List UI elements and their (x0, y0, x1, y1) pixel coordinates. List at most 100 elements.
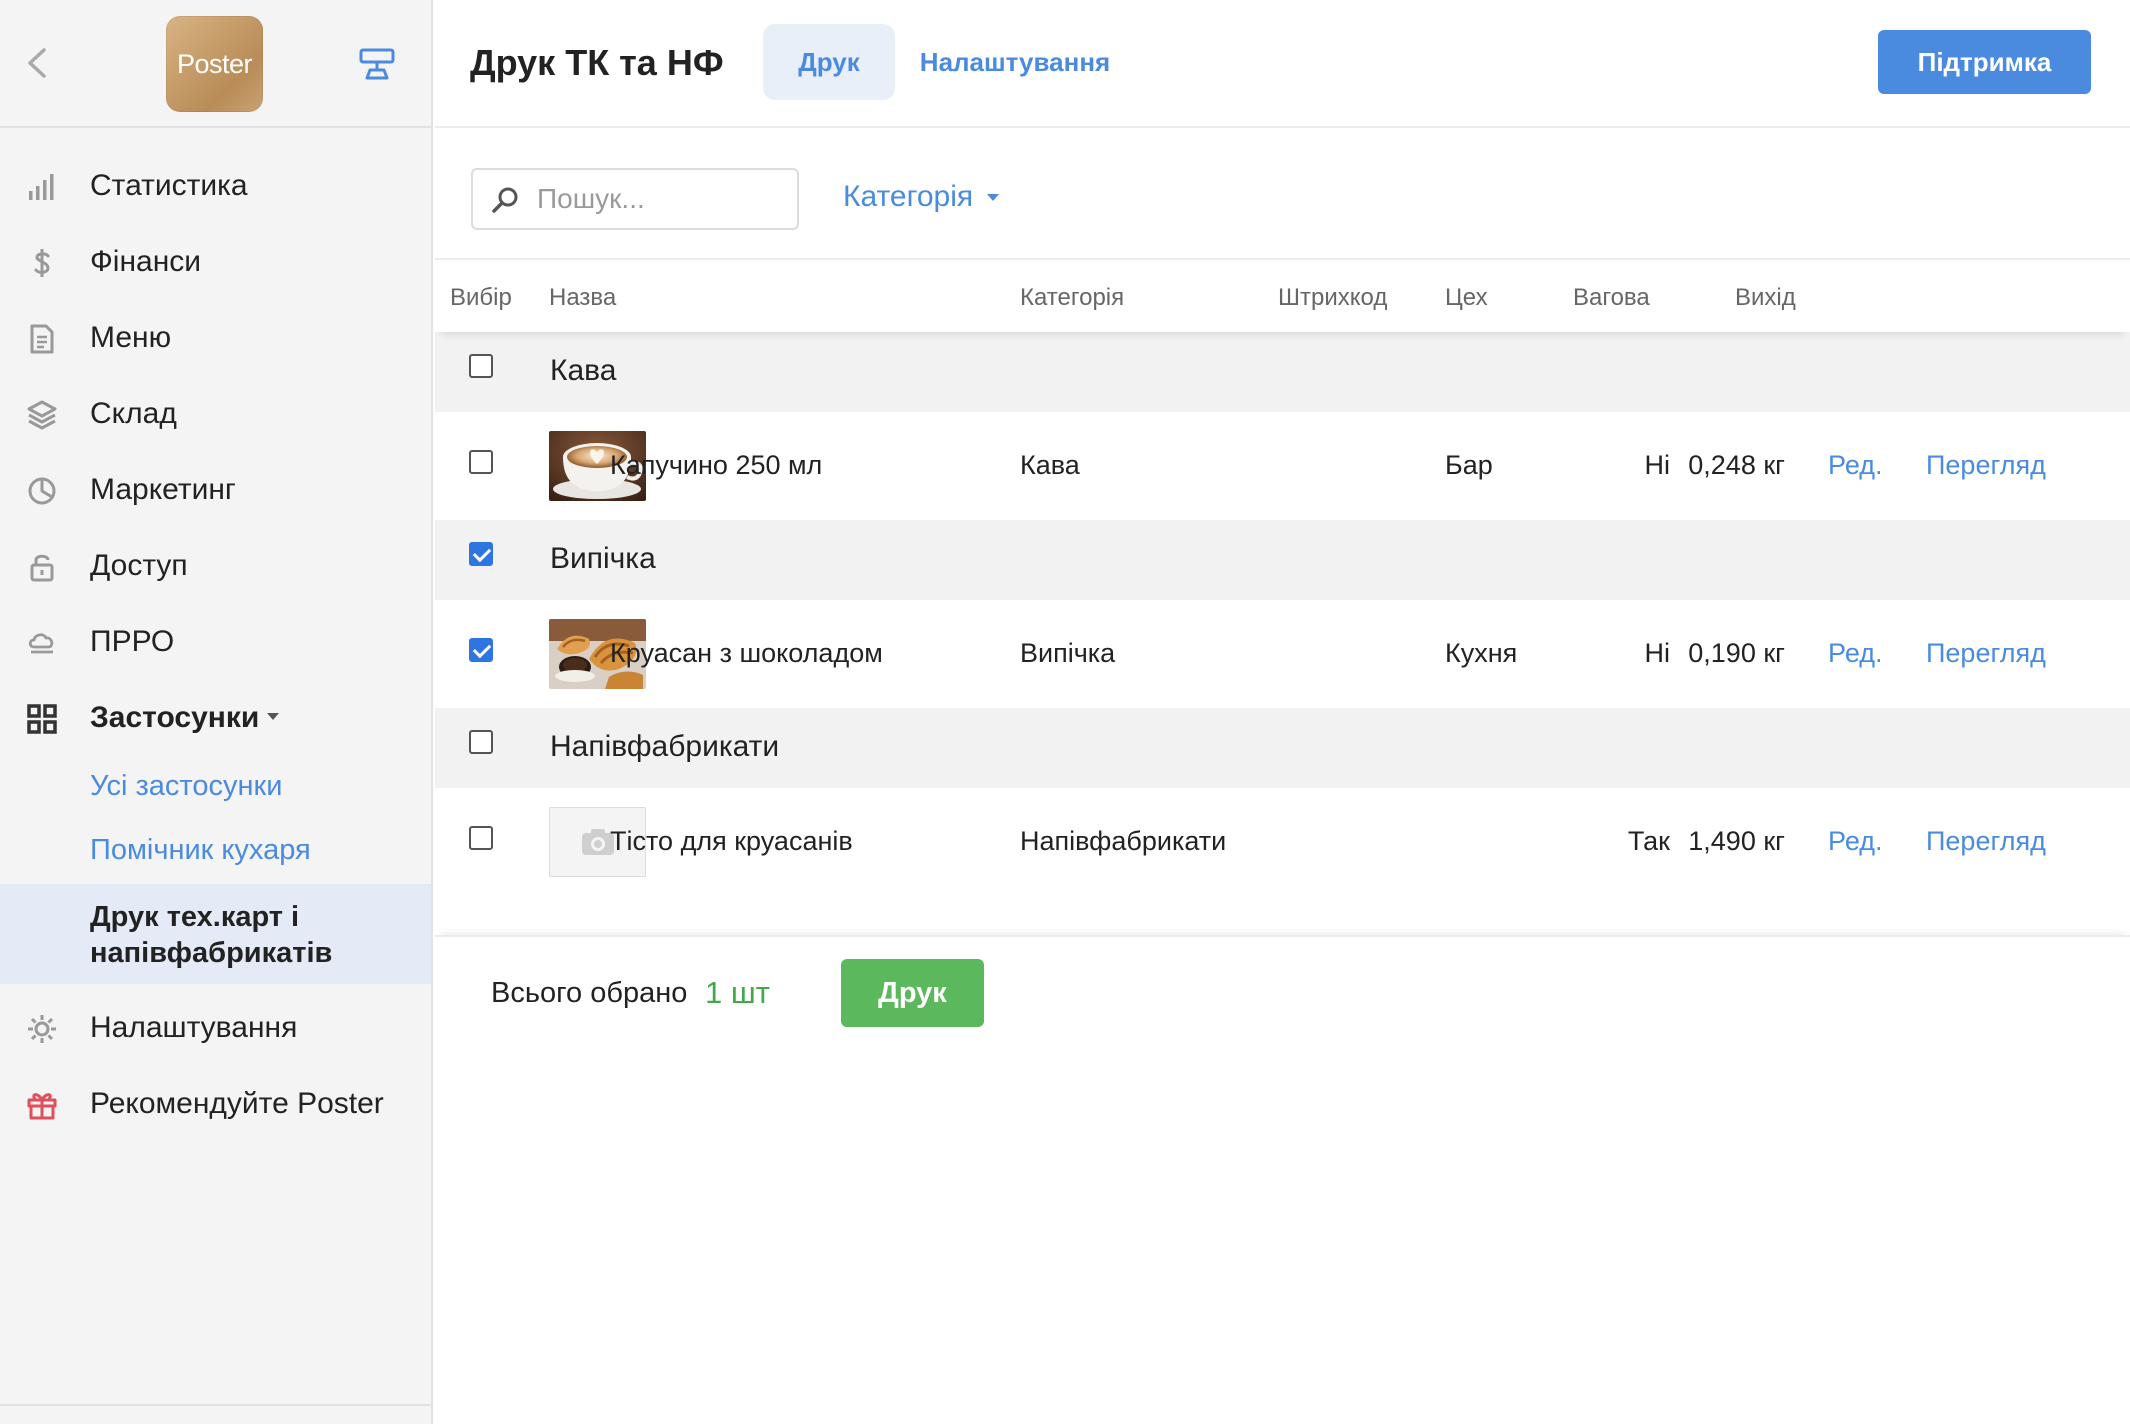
product-output: 0,190 кг (1688, 638, 1785, 668)
column-header-weighted: Вагова (1573, 284, 1650, 311)
sidebar-item-label: Меню (90, 321, 172, 354)
product-name: Капучино 250 мл (610, 450, 823, 480)
edit-link[interactable]: Ред. (1828, 638, 1883, 669)
group-row-pastry: Випічка (435, 520, 2130, 600)
product-name: Круасан з шоколадом (610, 638, 883, 668)
cloud-icon (26, 627, 58, 659)
tab-print[interactable]: Друк (763, 24, 895, 100)
back-arrow-icon[interactable] (22, 42, 52, 84)
column-header-category: Категорія (1020, 284, 1125, 311)
view-link[interactable]: Перегляд (1926, 826, 2046, 857)
lock-icon (26, 551, 58, 583)
selection-footer: Всього обрано 1 шт Друк (435, 935, 2130, 1045)
page-title: Друк ТК та НФ (470, 42, 724, 83)
group-row-semi-finished: Напівфабрикати (435, 708, 2130, 788)
group-checkbox[interactable] (469, 354, 493, 378)
sidebar-item-marketing[interactable]: Маркетинг (0, 452, 431, 528)
sidebar: Poster Статистика Фінанси Меню Склад Мар… (0, 0, 433, 1424)
sidebar-item-recommend[interactable]: Рекомендуйте Poster (0, 1066, 431, 1142)
sidebar-item-label: Склад (90, 397, 177, 430)
selected-total-label: Всього обрано (491, 977, 688, 1009)
group-checkbox[interactable] (469, 730, 493, 754)
tech-cards-table: Вибір Назва Категорія Штрихкод Цех Вагов… (435, 262, 2130, 896)
product-workshop: Бар (1445, 450, 1493, 480)
layers-icon (26, 399, 58, 431)
pie-icon (26, 475, 58, 507)
sidebar-subitem-label: Друк тех.карт і напівфабрикатів (90, 901, 333, 969)
sidebar-item-statistics[interactable]: Статистика (0, 148, 431, 224)
column-header-output: Вихід (1735, 284, 1796, 311)
logo-text: Poster (176, 48, 253, 79)
sidebar-item-label: Маркетинг (90, 473, 236, 506)
apps-label-text: Застосунки (90, 701, 260, 734)
sidebar-item-label: Фінанси (90, 245, 202, 278)
column-header-select: Вибір (450, 284, 512, 311)
gift-icon (26, 1089, 58, 1121)
sidebar-subitem-label: Помічник кухаря (90, 834, 311, 866)
search-input[interactable] (537, 178, 787, 220)
sidebar-item-label: Статистика (90, 169, 248, 202)
sidebar-item-prro[interactable]: ПРРО (0, 604, 431, 680)
sidebar-item-apps[interactable]: Застосунки (0, 680, 431, 756)
search-box (471, 168, 799, 230)
category-filter-dropdown[interactable]: Категорія (843, 180, 1000, 214)
edit-link[interactable]: Ред. (1828, 450, 1883, 481)
page-header: Друк ТК та НФ Друк Налаштування Підтримк… (435, 0, 2130, 128)
row-checkbox[interactable] (469, 450, 493, 474)
selected-total-count: 1 шт (705, 975, 770, 1010)
support-button[interactable]: Підтримка (1878, 30, 2091, 94)
sidebar-subitem-all-apps[interactable]: Усі застосунки (0, 756, 431, 820)
dollar-icon (26, 247, 58, 279)
view-link[interactable]: Перегляд (1926, 450, 2046, 481)
row-checkbox[interactable] (469, 826, 493, 850)
search-icon (489, 184, 521, 216)
category-filter-label: Категорія (843, 180, 974, 213)
filter-toolbar: Категорія (435, 130, 2130, 260)
sidebar-nav: Статистика Фінанси Меню Склад Маркетинг (0, 148, 431, 1142)
print-button[interactable]: Друк (841, 959, 984, 1027)
product-name: Тісто для круасанів (610, 826, 853, 856)
sidebar-item-menu[interactable]: Меню (0, 300, 431, 376)
chevron-down-icon (267, 712, 280, 720)
edit-link[interactable]: Ред. (1828, 826, 1883, 857)
sidebar-item-apps-label: Застосунки (90, 701, 280, 735)
sidebar-header: Poster (0, 0, 431, 128)
poster-logo[interactable]: Poster (166, 16, 263, 112)
column-header-barcode: Штрихкод (1278, 284, 1388, 311)
sidebar-item-label: Доступ (90, 549, 188, 582)
sidebar-item-label: Рекомендуйте Poster (90, 1087, 384, 1120)
group-checkbox[interactable] (469, 542, 493, 566)
sidebar-item-finance[interactable]: Фінанси (0, 224, 431, 300)
sidebar-item-access[interactable]: Доступ (0, 528, 431, 604)
group-name: Кава (550, 354, 617, 387)
table-header: Вибір Назва Категорія Штрихкод Цех Вагов… (435, 262, 2130, 332)
sidebar-item-settings[interactable]: Налаштування (0, 990, 431, 1066)
product-category: Випічка (1020, 638, 1116, 668)
product-workshop: Кухня (1445, 638, 1518, 668)
pos-terminal-icon[interactable] (358, 46, 396, 82)
sidebar-item-label: Налаштування (90, 1011, 298, 1044)
table-row: Круасан з шоколадом Випічка Кухня Ні 0,1… (435, 600, 2130, 708)
sidebar-subitem-print-tech-cards[interactable]: Друк тех.карт і напівфабрикатів (0, 884, 431, 984)
product-category: Кава (1020, 450, 1080, 480)
group-name: Випічка (550, 542, 656, 575)
sidebar-item-warehouse[interactable]: Склад (0, 376, 431, 452)
apps-grid-icon (26, 703, 58, 735)
group-name: Напівфабрикати (550, 730, 780, 763)
document-icon (26, 323, 58, 355)
gear-icon (26, 1013, 58, 1045)
product-output: 0,248 кг (1688, 450, 1785, 480)
sidebar-subitem-chef-assistant[interactable]: Помічник кухаря (0, 820, 431, 884)
column-header-workshop: Цех (1445, 284, 1488, 311)
chevron-down-icon (987, 193, 1000, 201)
bar-chart-icon (26, 171, 58, 203)
column-header-name: Назва (549, 284, 617, 311)
sidebar-divider (0, 1404, 431, 1406)
sidebar-subitem-label: Усі застосунки (90, 770, 283, 802)
tab-settings[interactable]: Налаштування (920, 24, 1110, 100)
row-checkbox[interactable] (469, 638, 493, 662)
view-link[interactable]: Перегляд (1926, 638, 2046, 669)
table-row: Капучино 250 мл Кава Бар Ні 0,248 кг Ред… (435, 412, 2130, 520)
group-row-coffee: Кава (435, 332, 2130, 412)
product-output: 1,490 кг (1688, 826, 1785, 856)
